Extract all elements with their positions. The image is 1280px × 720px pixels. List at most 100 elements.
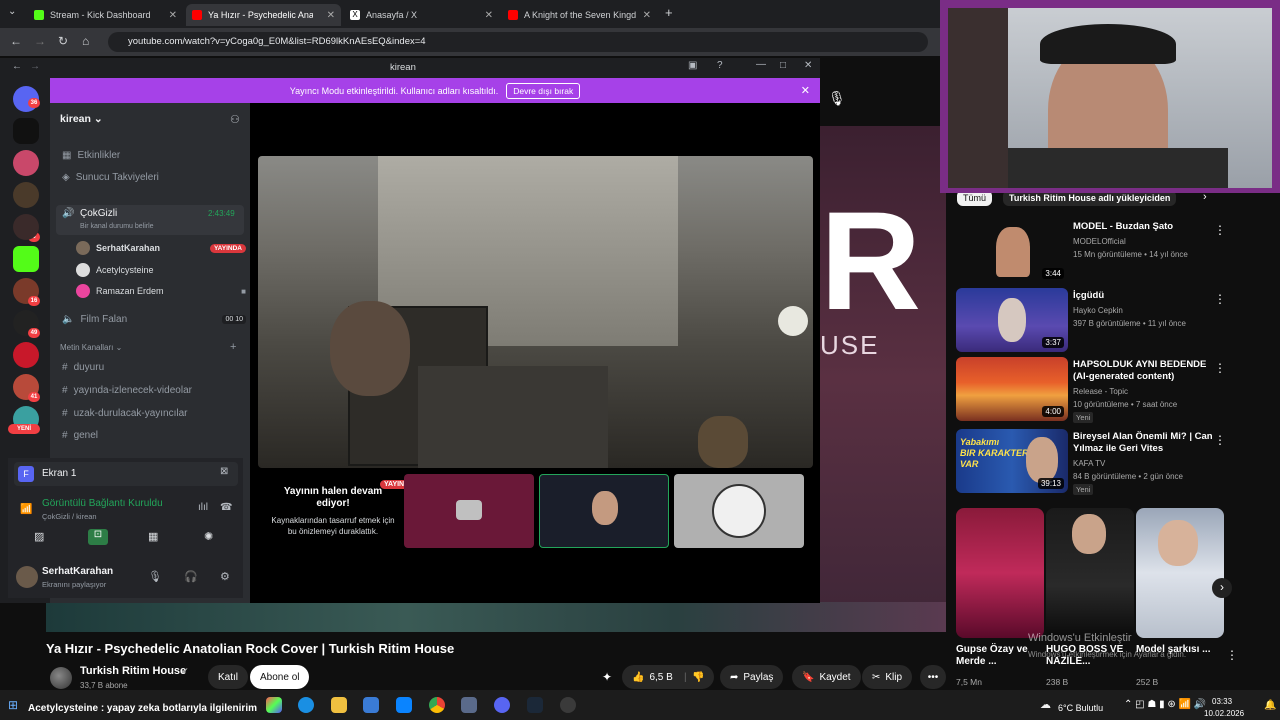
recommendation-item[interactable]: 3:44 MODEL - Buzdan Şato MODELOfficial 1… [956, 219, 1256, 287]
noise-suppression-icon[interactable]: ılıl [198, 502, 208, 513]
kebab-menu-icon[interactable]: ⋮ [1214, 223, 1226, 237]
minimize-icon[interactable]: — [756, 59, 766, 70]
text-channel[interactable]: # uzak-durulacak-yayıncılar [56, 403, 246, 423]
clip-button[interactable]: ✂ Klip [862, 665, 913, 689]
recommendation-channel[interactable]: KAFA TV [1073, 459, 1105, 468]
back-icon[interactable]: ← [12, 61, 22, 72]
soundboard-icon[interactable]: ✺ [204, 530, 213, 543]
kick-server-icon[interactable] [13, 246, 39, 272]
connection-status[interactable]: Görüntülü Bağlantı Kuruldu [42, 498, 163, 509]
file-explorer-icon[interactable] [331, 697, 347, 713]
voice-channel-film-falan[interactable]: 🔈 Film Falan 00 10 [56, 309, 246, 329]
screen-share-panel[interactable]: F Ekran 1 ⊠ [14, 462, 238, 486]
avatar[interactable] [16, 566, 38, 588]
join-button[interactable]: Katıl [208, 665, 249, 689]
maximize-icon[interactable]: □ [780, 60, 786, 71]
inbox-icon[interactable]: ▣ [688, 60, 697, 71]
nav-server-boosts[interactable]: ◈ Sunucu Takviyeleri [56, 167, 246, 187]
short-thumbnail[interactable] [1046, 508, 1134, 638]
text-channel[interactable]: # genel [56, 425, 246, 445]
category-text-channels[interactable]: Metin Kanalları ⌄ [60, 343, 122, 352]
activities-icon[interactable]: ▦ [148, 530, 158, 543]
video-thumbnail[interactable]: Yabakımı BIR KARAKTERI VAR 39:13 [956, 429, 1068, 493]
chrome-icon[interactable] [429, 697, 445, 713]
voice-user[interactable]: Ramazan Erdem ■ [76, 282, 246, 300]
channel-avatar[interactable] [50, 667, 72, 689]
self-user-name[interactable]: SerhatKarahan [42, 566, 113, 577]
short-thumbnail[interactable] [1136, 508, 1224, 638]
calculator-icon[interactable] [363, 697, 379, 713]
kebab-menu-icon[interactable]: ⋮ [1214, 292, 1226, 306]
edge-icon[interactable] [298, 697, 314, 713]
close-icon[interactable]: ✕ [169, 10, 177, 21]
video-player-strip[interactable] [46, 602, 946, 632]
weather-text[interactable]: 6°C Bulutlu [1058, 703, 1103, 713]
notification-icon[interactable]: 🔔 [1264, 700, 1276, 711]
steam-icon[interactable] [527, 697, 543, 713]
text-channel[interactable]: # duyuru [56, 357, 246, 377]
recommendation-item[interactable]: 3:37 İçgüdü Hayko Cepkin 397 B görüntüle… [956, 288, 1256, 356]
stream-preview[interactable] [258, 156, 813, 468]
stop-share-icon[interactable]: ⊠ [220, 466, 228, 477]
store-icon[interactable] [396, 697, 412, 713]
video-thumbnail[interactable]: 3:37 [956, 288, 1068, 352]
sparkle-icon[interactable]: ✦ [602, 670, 612, 684]
recommendation-item[interactable]: Yabakımı BIR KARAKTERI VAR 39:13 Bireysel … [956, 429, 1256, 497]
video-thumbnail[interactable]: 3:44 [956, 219, 1068, 283]
tray-icons[interactable]: ⌃ ◰ ☗ ▮ ⊛ 📶 🔊 [1124, 699, 1206, 710]
windows-start-icon[interactable]: ⊞ [8, 698, 18, 712]
server-icon[interactable] [13, 182, 39, 208]
subscribe-button[interactable]: Abone ol [250, 665, 310, 689]
server-icon-kirean[interactable] [13, 118, 39, 144]
forward-icon[interactable]: → [30, 61, 40, 72]
voice-channel-cokgizli[interactable]: 🔊 ÇokGizli Bir kanal durumu belirle 2:43… [56, 205, 244, 235]
screen-share-icon[interactable]: ⊡ [88, 529, 108, 545]
new-tab-button[interactable]: + [665, 5, 673, 20]
recommendation-item[interactable]: 4:00 HAPSOLDUK AYNI BEDENDE (AI-generate… [956, 357, 1256, 425]
video-thumbnail[interactable]: 4:00 [956, 357, 1068, 421]
microphone-icon[interactable]: 🎙 [148, 570, 162, 583]
voice-user[interactable]: SerhatKarahan YAYINDA [76, 239, 246, 257]
more-actions-button[interactable]: ••• [920, 665, 946, 689]
server-icon[interactable] [13, 150, 39, 176]
share-button[interactable]: ➦ Paylaş [720, 665, 784, 689]
close-icon[interactable]: ✕ [327, 10, 335, 21]
close-icon[interactable]: ✕ [485, 10, 493, 21]
add-channel-icon[interactable]: + [230, 341, 236, 353]
clock-date[interactable]: 10.02.2026 [1204, 709, 1244, 718]
back-icon[interactable]: ← [10, 34, 22, 48]
participant-tile[interactable] [674, 474, 804, 548]
tab-knight-seven-kingdoms[interactable]: A Knight of the Seven Kingdom ✕ [502, 4, 657, 26]
add-friend-icon[interactable]: ⚇ [230, 113, 240, 126]
server-name[interactable]: kirean ⌄ [60, 113, 103, 125]
recommendation-channel[interactable]: MODELOfficial [1073, 237, 1126, 246]
gear-icon[interactable]: ⚙ [220, 570, 230, 583]
home-icon[interactable]: ⌂ [82, 34, 89, 48]
recommendation-channel[interactable]: Release - Topic [1073, 387, 1128, 396]
server-icon[interactable] [13, 214, 39, 240]
tab-kick-dashboard[interactable]: Stream - Kick Dashboard ✕ [28, 4, 183, 26]
channel-name[interactable]: Turkish Ritim House [80, 665, 186, 677]
microphone-icon[interactable]: 🎙 [828, 90, 846, 107]
save-button[interactable]: 🔖 Kaydet [792, 665, 861, 689]
tab-x-home[interactable]: X Anasayfa / X ✕ [344, 4, 499, 26]
participant-tile[interactable] [404, 474, 534, 548]
text-channel[interactable]: # yayında-izlenecek-videolar [56, 380, 246, 400]
like-button[interactable]: 👍 6,5 B | 👎 [622, 665, 714, 689]
reload-icon[interactable]: ↻ [58, 34, 68, 48]
kebab-menu-icon[interactable]: ⋮ [1214, 361, 1226, 375]
participant-tile-speaking[interactable] [539, 474, 669, 548]
camera-off-icon[interactable]: ▨ [34, 530, 44, 543]
clock-time[interactable]: 03:33 [1212, 697, 1232, 706]
chevron-right-icon[interactable]: › [1212, 578, 1232, 598]
kebab-menu-icon[interactable]: ⋮ [1214, 433, 1226, 447]
thumbs-down-icon[interactable]: 👎 [692, 672, 704, 683]
url-field[interactable]: youtube.com/watch?v=yCoga0g_E0M&list=RD6… [108, 32, 928, 52]
disconnect-icon[interactable]: ☎ [220, 502, 232, 513]
voice-user[interactable]: Acetylcysteine [76, 261, 154, 279]
short-thumbnail[interactable] [956, 508, 1044, 638]
forward-icon[interactable]: → [34, 34, 46, 48]
recommendation-channel[interactable]: Hayko Cepkin [1073, 306, 1123, 315]
headphones-icon[interactable]: 🎧 [184, 570, 198, 583]
obs-icon[interactable] [560, 697, 576, 713]
